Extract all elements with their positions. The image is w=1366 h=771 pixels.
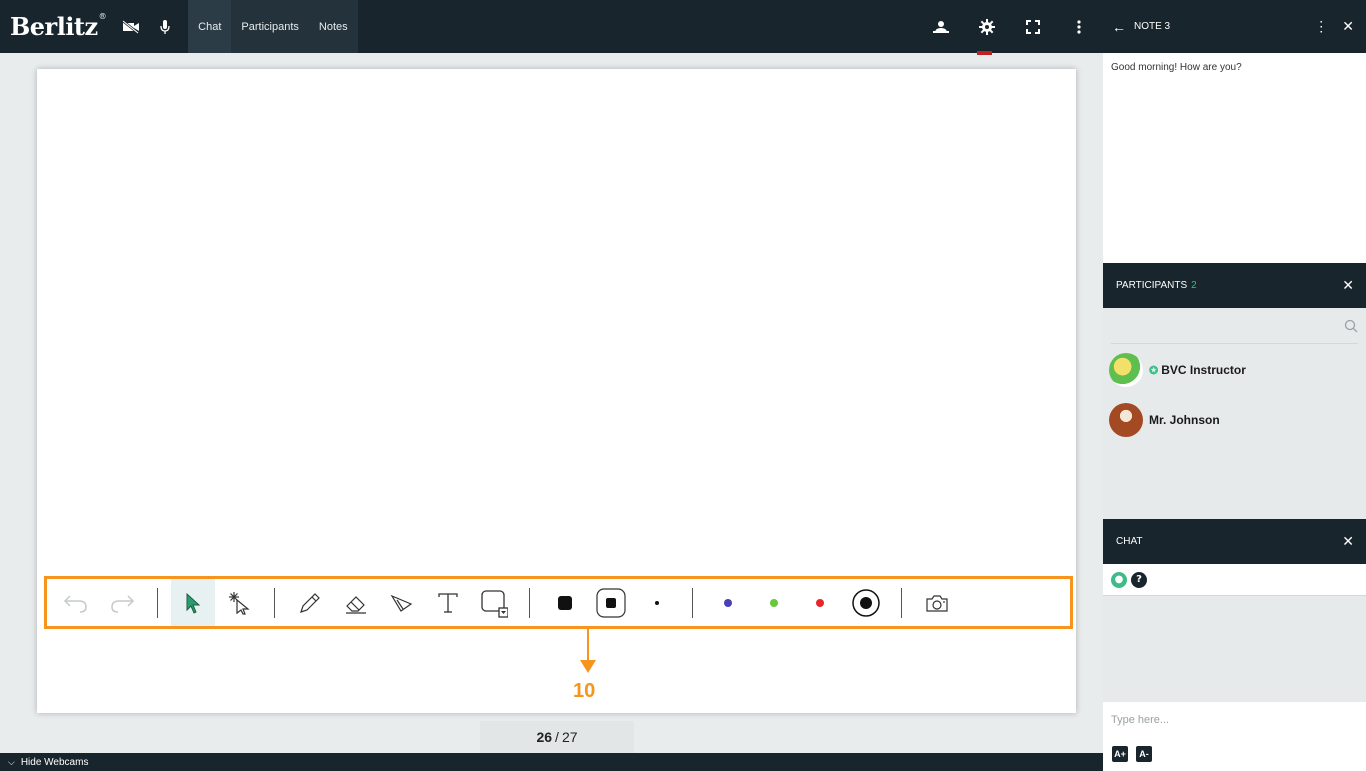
stroke-square-icon[interactable] bbox=[589, 579, 633, 626]
avatar bbox=[1109, 403, 1143, 437]
toolbar-divider bbox=[692, 587, 693, 618]
back-arrow-icon[interactable]: ← bbox=[1112, 19, 1126, 35]
note-title: NOTE 3 bbox=[1134, 21, 1171, 32]
search-icon[interactable] bbox=[1344, 319, 1358, 333]
page-separator: / bbox=[555, 729, 559, 745]
participants-title: PARTICIPANTS bbox=[1116, 280, 1188, 291]
participants-count: 2 bbox=[1191, 280, 1197, 291]
undo-icon[interactable] bbox=[54, 579, 98, 626]
more-vertical-icon[interactable]: ⋮ bbox=[1314, 18, 1328, 35]
whiteboard-toolbar bbox=[44, 576, 1073, 629]
tab-chat[interactable]: Chat bbox=[188, 0, 232, 53]
green-color-icon[interactable] bbox=[752, 579, 796, 626]
tab-notes[interactable]: Notes bbox=[308, 0, 358, 53]
top-bar: Berlitz® Chat Participants Notes bbox=[0, 0, 1100, 53]
highlighter-icon[interactable] bbox=[380, 579, 424, 626]
chat-input[interactable]: Type here... A+ A- bbox=[1103, 702, 1366, 771]
red-color-icon[interactable] bbox=[798, 579, 842, 626]
blue-color-icon[interactable] bbox=[706, 579, 750, 626]
current-page: 26 bbox=[536, 729, 553, 745]
help-icon[interactable]: ? bbox=[1131, 571, 1147, 588]
microphone-icon[interactable] bbox=[154, 16, 176, 38]
hide-webcams-bar[interactable]: ⌵ Hide Webcams bbox=[0, 753, 1103, 771]
camera-off-icon[interactable] bbox=[120, 16, 142, 38]
avatar bbox=[1109, 353, 1143, 387]
participants-panel: ✪ BVC Instructor Mr. Johnson bbox=[1103, 308, 1366, 519]
toolbar-divider bbox=[274, 587, 275, 618]
gear-icon[interactable] bbox=[976, 16, 998, 38]
chat-panel: ● ? Type here... A+ A- bbox=[1103, 564, 1366, 771]
chat-title: CHAT bbox=[1116, 536, 1143, 547]
close-icon[interactable]: ✕ bbox=[1342, 18, 1354, 35]
note-content[interactable]: Good morning! How are you? bbox=[1103, 53, 1366, 263]
note-header: ← NOTE 3 ⋮ ✕ bbox=[1100, 0, 1366, 53]
fullscreen-icon[interactable] bbox=[1022, 16, 1044, 38]
shape-tool-icon[interactable] bbox=[472, 579, 516, 626]
close-icon[interactable]: ✕ bbox=[1342, 277, 1354, 294]
total-pages: 27 bbox=[561, 729, 578, 745]
moderator-icon: ✪ bbox=[1149, 364, 1159, 377]
raise-hand-icon[interactable] bbox=[930, 16, 952, 38]
notification-indicator bbox=[977, 51, 992, 55]
toolbar-divider bbox=[157, 587, 158, 618]
annotation-arrowhead bbox=[580, 660, 596, 673]
laser-pointer-icon[interactable] bbox=[217, 579, 261, 626]
toolbar-divider bbox=[529, 587, 530, 618]
redo-icon[interactable] bbox=[100, 579, 144, 626]
chat-header: CHAT ✕ bbox=[1103, 519, 1366, 564]
text-tool-icon[interactable] bbox=[426, 579, 470, 626]
fill-square-icon[interactable] bbox=[543, 579, 587, 626]
participant-name: BVC Instructor bbox=[1161, 363, 1246, 377]
participant-search[interactable] bbox=[1111, 308, 1358, 344]
font-increase-button[interactable]: A+ bbox=[1112, 746, 1128, 762]
chevron-down-icon: ⌵ bbox=[8, 756, 15, 767]
toolbar-divider bbox=[901, 587, 902, 618]
page-indicator: 26 / 27 bbox=[480, 721, 634, 753]
chat-input-placeholder: Type here... bbox=[1111, 714, 1170, 726]
tab-participants[interactable]: Participants bbox=[231, 0, 309, 53]
pencil-icon[interactable] bbox=[288, 579, 332, 626]
font-decrease-button[interactable]: A- bbox=[1136, 746, 1152, 762]
participant-item[interactable]: ✪ BVC Instructor bbox=[1103, 345, 1366, 395]
more-vertical-icon[interactable] bbox=[1068, 16, 1090, 38]
eraser-icon[interactable] bbox=[334, 579, 378, 626]
close-icon[interactable]: ✕ bbox=[1342, 533, 1354, 550]
berlitz-logo: Berlitz® bbox=[10, 12, 107, 41]
black-color-icon[interactable] bbox=[844, 579, 888, 626]
annotation-number: 10 bbox=[573, 680, 596, 702]
hide-webcams-label: Hide Webcams bbox=[20, 756, 89, 768]
select-pointer-icon[interactable] bbox=[171, 579, 215, 626]
chat-bubble-icon[interactable]: ● bbox=[1111, 571, 1127, 588]
participant-name: Mr. Johnson bbox=[1149, 413, 1220, 427]
small-dot-icon[interactable] bbox=[635, 579, 679, 626]
participants-header: PARTICIPANTS 2 ✕ bbox=[1103, 263, 1366, 308]
participant-item[interactable]: Mr. Johnson bbox=[1103, 395, 1366, 445]
camera-icon[interactable] bbox=[915, 579, 959, 626]
